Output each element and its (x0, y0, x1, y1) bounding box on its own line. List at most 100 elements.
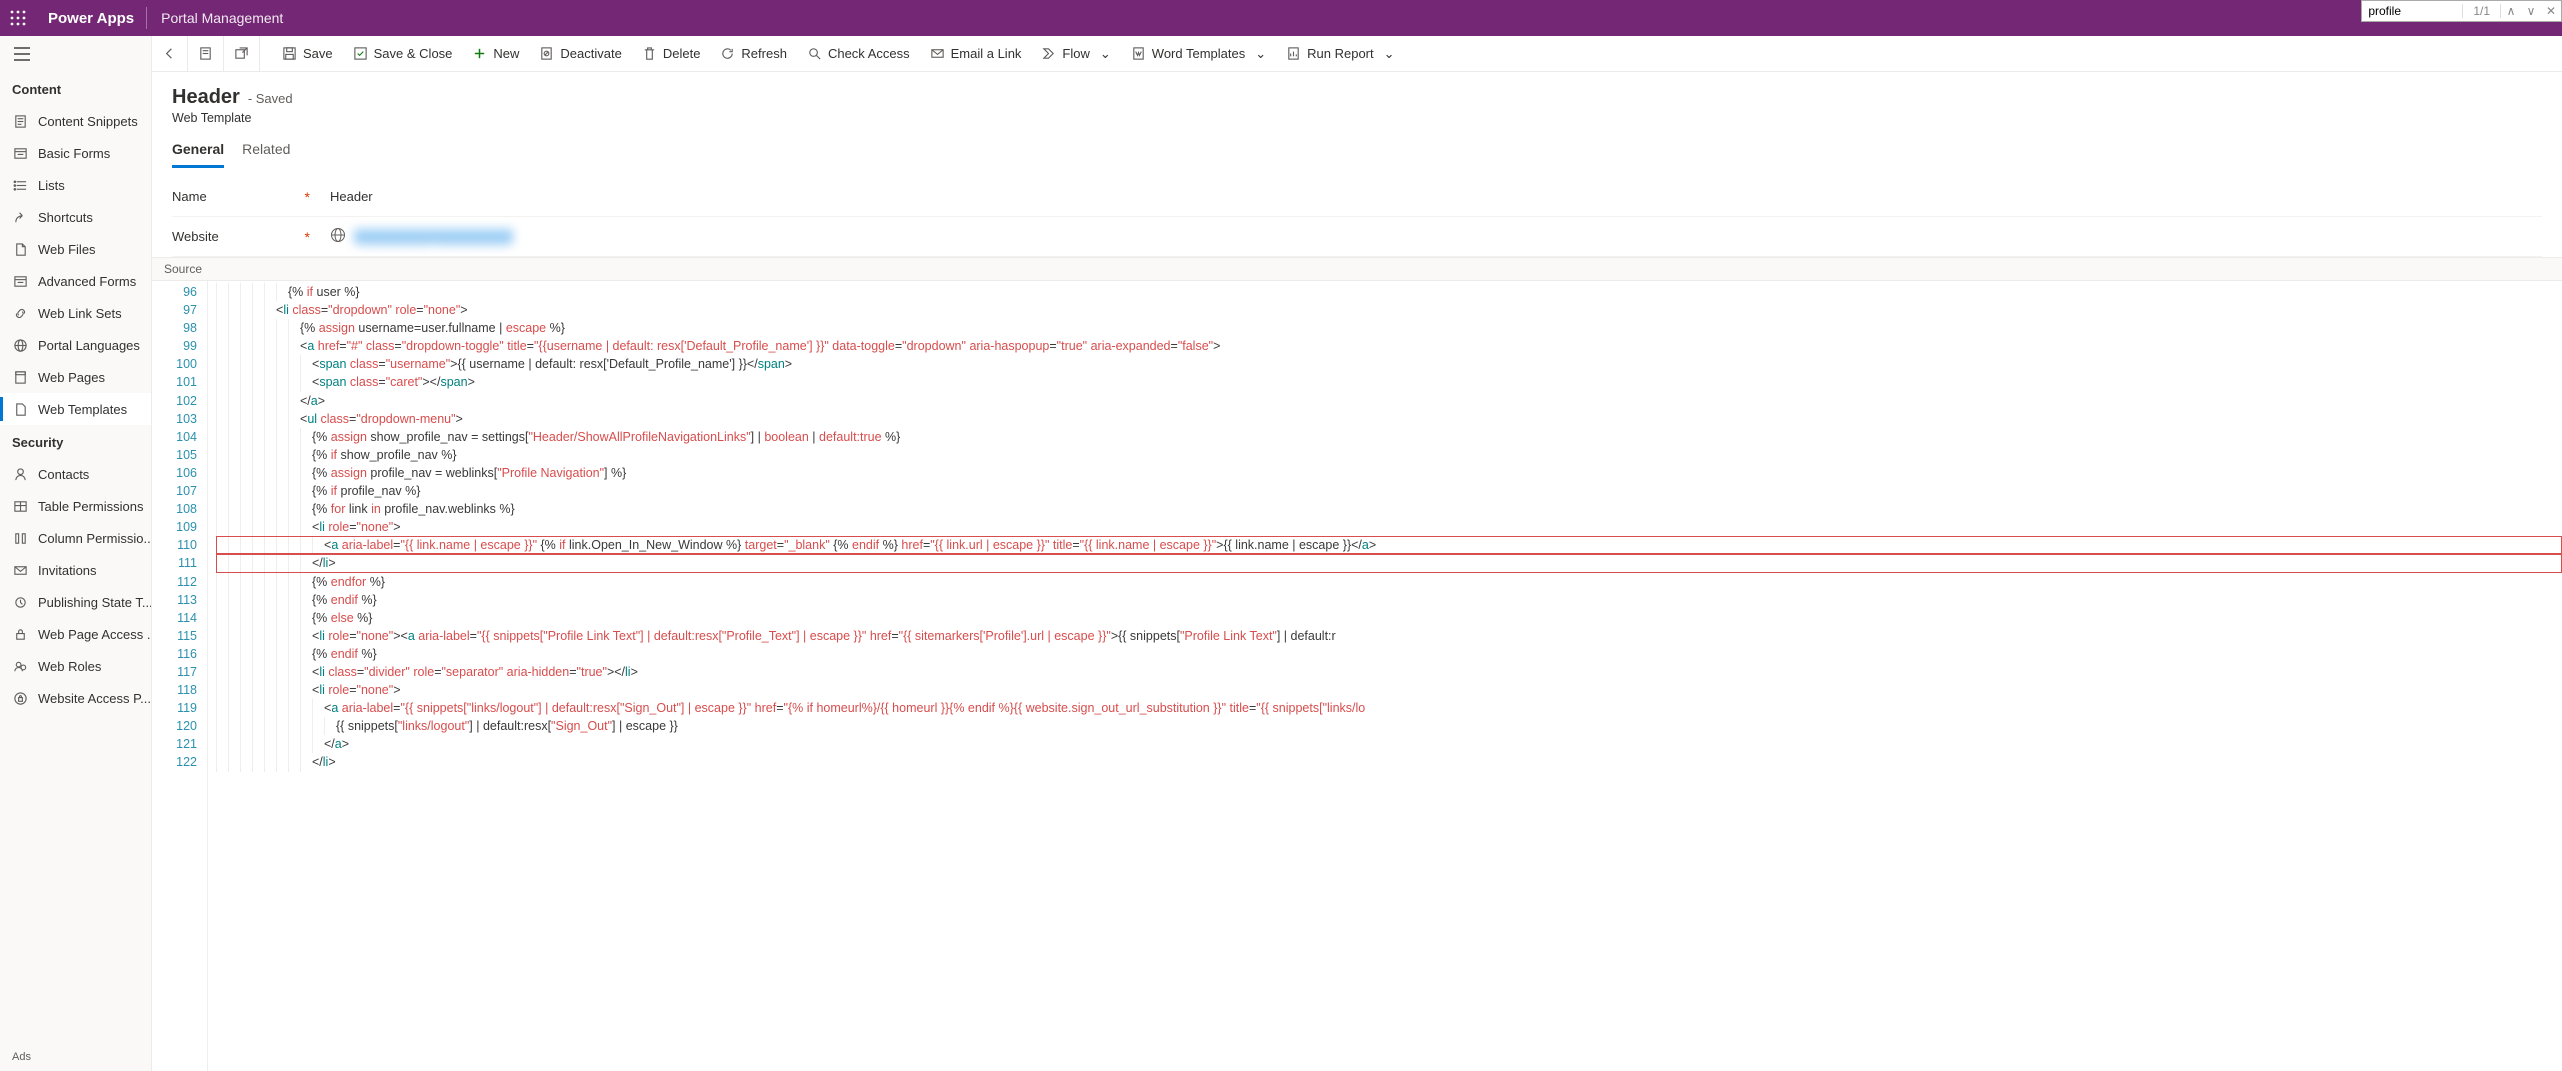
word-templates-label: Word Templates (1152, 46, 1245, 61)
sidebar-item-table-permissions[interactable]: Table Permissions (0, 490, 151, 522)
sidebar-item-label: Contacts (38, 467, 89, 482)
save-close-label: Save & Close (374, 46, 453, 61)
sidebar-item-label: Publishing State T... (38, 595, 151, 610)
command-bar: Save Save & Close New Deactivate Delete … (152, 36, 2562, 72)
tabs: General Related (152, 129, 2562, 169)
sidebar-item-label: Website Access P... (38, 691, 151, 706)
delete-button[interactable]: Delete (632, 36, 711, 71)
deactivate-label: Deactivate (560, 46, 621, 61)
deactivate-button[interactable]: Deactivate (529, 36, 631, 71)
refresh-label: Refresh (741, 46, 787, 61)
mail-icon (12, 562, 28, 578)
delete-label: Delete (663, 46, 701, 61)
lang-icon (12, 337, 28, 353)
website-value-text: ████████ ████████ (354, 229, 513, 244)
sidebar-item-advanced-forms[interactable]: Advanced Forms (0, 265, 151, 297)
flow-button[interactable]: Flow⌄ (1031, 36, 1120, 71)
run-report-button[interactable]: Run Report⌄ (1276, 36, 1404, 71)
find-next-icon[interactable]: ∨ (2521, 4, 2541, 18)
refresh-button[interactable]: Refresh (710, 36, 797, 71)
sidebar-heading: Security (0, 425, 151, 458)
website-label: Website (172, 229, 219, 244)
website-value[interactable]: ████████ ████████ (322, 227, 513, 246)
save-label: Save (303, 46, 333, 61)
sidebar-item-lists[interactable]: Lists (0, 169, 151, 201)
app-header: Power Apps Portal Management 1/1 ∧ ∨ ✕ (0, 0, 2562, 36)
sidebar-item-column-permissio-[interactable]: Column Permissio... (0, 522, 151, 554)
column-icon (12, 530, 28, 546)
open-new-window-button[interactable] (224, 36, 260, 71)
required-icon: * (305, 189, 322, 205)
find-close-icon[interactable]: ✕ (2541, 4, 2561, 18)
line-gutter: 9697989910010110210310410510610710810911… (152, 281, 208, 1071)
check-access-button[interactable]: Check Access (797, 36, 920, 71)
flow-label: Flow (1062, 46, 1089, 61)
page-header: Header - Saved Web Template (152, 72, 2562, 129)
required-icon: * (305, 229, 322, 245)
module-title[interactable]: Portal Management (147, 10, 297, 26)
doc-icon (12, 113, 28, 129)
person-icon (12, 466, 28, 482)
sidebar-item-invitations[interactable]: Invitations (0, 554, 151, 586)
sidebar-item-label: Web Roles (38, 659, 101, 674)
sidebar-item-web-pages[interactable]: Web Pages (0, 361, 151, 393)
sidebar-item-web-files[interactable]: Web Files (0, 233, 151, 265)
sidebar-item-label: Shortcuts (38, 210, 93, 225)
word-templates-button[interactable]: Word Templates ⌄ (1121, 36, 1276, 71)
find-prev-icon[interactable]: ∧ (2501, 4, 2521, 18)
website-field-row: Website * ████████ ████████ (172, 217, 2542, 257)
chevron-down-icon: ⌄ (1384, 46, 1395, 62)
form-area: Name* Header Website * ████████ ████████ (152, 169, 2562, 257)
sidebar-item-label: Web Page Access ... (38, 627, 151, 642)
sidebar-item-web-page-access-[interactable]: Web Page Access ... (0, 618, 151, 650)
sidebar: ContentContent SnippetsBasic FormsListsS… (0, 36, 152, 1071)
source-label: Source (152, 257, 2562, 281)
sidebar-item-label: Web Files (38, 242, 96, 257)
sidebar-item-label: Portal Languages (38, 338, 140, 353)
sidebar-item-label: Column Permissio... (38, 531, 151, 546)
sidebar-item-label: Basic Forms (38, 146, 110, 161)
name-field-row: Name* Header (172, 177, 2542, 217)
globe-icon (330, 227, 346, 246)
new-button[interactable]: New (462, 36, 529, 71)
sidebar-item-label: Lists (38, 178, 65, 193)
access-icon (12, 626, 28, 642)
code-editor[interactable]: 9697989910010110210310410510610710810911… (152, 281, 2562, 1071)
sidebar-item-contacts[interactable]: Contacts (0, 458, 151, 490)
browser-find-bar: 1/1 ∧ ∨ ✕ (2361, 0, 2562, 22)
list-icon (12, 177, 28, 193)
email-link-button[interactable]: Email a Link (920, 36, 1032, 71)
sidebar-item-label: Content Snippets (38, 114, 138, 129)
save-button[interactable]: Save (272, 36, 343, 71)
sidebar-item-publishing-state-t-[interactable]: Publishing State T... (0, 586, 151, 618)
code-area[interactable]: {% if user %}<li class="dropdown" role="… (208, 281, 2562, 1071)
page-title: Header (172, 86, 240, 109)
save-close-button[interactable]: Save & Close (343, 36, 463, 71)
sidebar-item-content-snippets[interactable]: Content Snippets (0, 105, 151, 137)
sidebar-item-website-access-p-[interactable]: Website Access P... (0, 682, 151, 714)
content: Save Save & Close New Deactivate Delete … (152, 36, 2562, 1071)
name-value[interactable]: Header (322, 189, 373, 204)
table-icon (12, 498, 28, 514)
sidebar-item-shortcuts[interactable]: Shortcuts (0, 201, 151, 233)
hamburger-icon[interactable] (0, 36, 151, 72)
tab-related[interactable]: Related (242, 141, 290, 168)
form-selector-button[interactable] (188, 36, 224, 71)
sidebar-item-label: Advanced Forms (38, 274, 136, 289)
state-icon (12, 594, 28, 610)
sidebar-item-web-link-sets[interactable]: Web Link Sets (0, 297, 151, 329)
waccess-icon (12, 690, 28, 706)
chevron-down-icon: ⌄ (1255, 46, 1266, 62)
sidebar-item-web-templates[interactable]: Web Templates (0, 393, 151, 425)
sidebar-item-web-roles[interactable]: Web Roles (0, 650, 151, 682)
find-input[interactable] (2362, 2, 2462, 20)
app-title[interactable]: Power Apps (36, 10, 146, 27)
back-button[interactable] (152, 36, 188, 71)
sidebar-item-label: Table Permissions (38, 499, 144, 514)
sidebar-item-label: Invitations (38, 563, 97, 578)
sidebar-item-basic-forms[interactable]: Basic Forms (0, 137, 151, 169)
tab-general[interactable]: General (172, 141, 224, 168)
app-launcher-icon[interactable] (0, 0, 36, 36)
role-icon (12, 658, 28, 674)
sidebar-item-portal-languages[interactable]: Portal Languages (0, 329, 151, 361)
